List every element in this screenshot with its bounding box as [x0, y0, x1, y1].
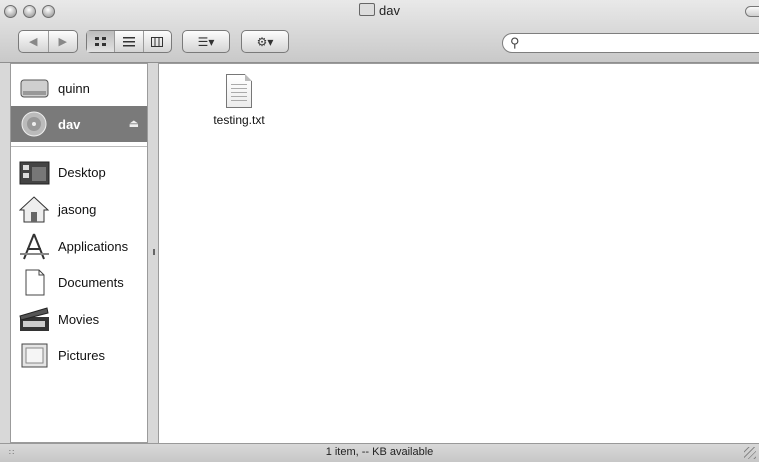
sidebar-item-dav[interactable]: dav ⏏ — [11, 106, 147, 142]
toolbar: dav ◀ ▶ ☰▾ ⚙▾ ⚲ — [0, 0, 759, 63]
back-button[interactable]: ◀ — [19, 31, 49, 52]
sidebar-item-label: Desktop — [58, 164, 106, 180]
file-browser-area[interactable]: testing.txt — [158, 63, 759, 443]
column-view-button[interactable] — [144, 31, 171, 52]
column-view-icon — [151, 36, 164, 47]
documents-icon — [25, 269, 45, 295]
file-item[interactable]: testing.txt — [199, 74, 279, 127]
sidebar-item-jasong[interactable]: jasong — [11, 191, 147, 227]
home-icon — [19, 195, 50, 222]
icon-view-button[interactable] — [87, 31, 116, 52]
sidebar-item-desktop[interactable]: Desktop — [11, 154, 147, 190]
sidebar-item-label: dav — [58, 116, 81, 132]
forward-button[interactable]: ▶ — [49, 31, 78, 52]
sidebar-item-movies[interactable]: Movies — [11, 301, 147, 337]
status-bar: ∷ 1 item, -- KB available — [0, 443, 759, 462]
network-volume-icon — [359, 3, 376, 16]
sidebar-item-label: Movies — [58, 311, 100, 327]
window-title-text: dav — [379, 3, 400, 18]
back-forward-control: ◀ ▶ — [18, 30, 78, 53]
pictures-icon — [21, 343, 48, 367]
hard-drive-icon — [20, 79, 49, 97]
sidebar-item-label: jasong — [58, 201, 97, 217]
resize-handle-icon[interactable] — [744, 447, 756, 459]
applications-icon — [20, 233, 49, 259]
list-view-button[interactable] — [115, 31, 144, 52]
status-text: 1 item, -- KB available — [325, 446, 434, 458]
text-document-icon — [226, 74, 252, 108]
file-name: testing.txt — [213, 113, 265, 127]
sidebar-item-applications[interactable]: Applications — [11, 228, 147, 264]
sidebar-item-quinn[interactable]: quinn — [11, 70, 147, 106]
movies-icon — [19, 306, 49, 331]
icon-view-icon — [94, 36, 106, 46]
window-title: dav — [0, 1, 759, 21]
search-field[interactable]: ⚲ — [502, 33, 759, 53]
action-menu-button[interactable]: ⚙▾ — [241, 30, 289, 53]
arrange-menu-button[interactable]: ☰▾ — [182, 30, 230, 53]
sidebar-item-documents[interactable]: Documents — [11, 264, 147, 300]
sidebar-item-label: Documents — [58, 274, 124, 290]
search-icon: ⚲ — [510, 35, 520, 50]
sidebar-splitter[interactable] — [151, 63, 157, 443]
eject-icon[interactable]: ⏏ — [129, 117, 139, 130]
splitter-grip-icon — [153, 249, 155, 255]
sidebar: quinn dav ⏏ Desktop jasong Applications … — [10, 63, 148, 443]
sidebar-divider — [11, 146, 147, 147]
desktop-icon — [19, 161, 50, 184]
list-view-icon — [122, 36, 135, 46]
toolbar-toggle-button[interactable] — [745, 6, 759, 17]
sidebar-item-label: Pictures — [58, 347, 105, 363]
sidebar-item-label: quinn — [58, 80, 90, 96]
view-mode-control — [86, 30, 172, 53]
sidebar-item-label: Applications — [58, 238, 129, 254]
finder-window: dav ◀ ▶ ☰▾ ⚙▾ ⚲ quinn dav ⏏ Desktop jaso… — [0, 0, 759, 462]
network-disk-icon — [21, 111, 47, 136]
sidebar-item-pictures[interactable]: Pictures — [11, 337, 147, 373]
